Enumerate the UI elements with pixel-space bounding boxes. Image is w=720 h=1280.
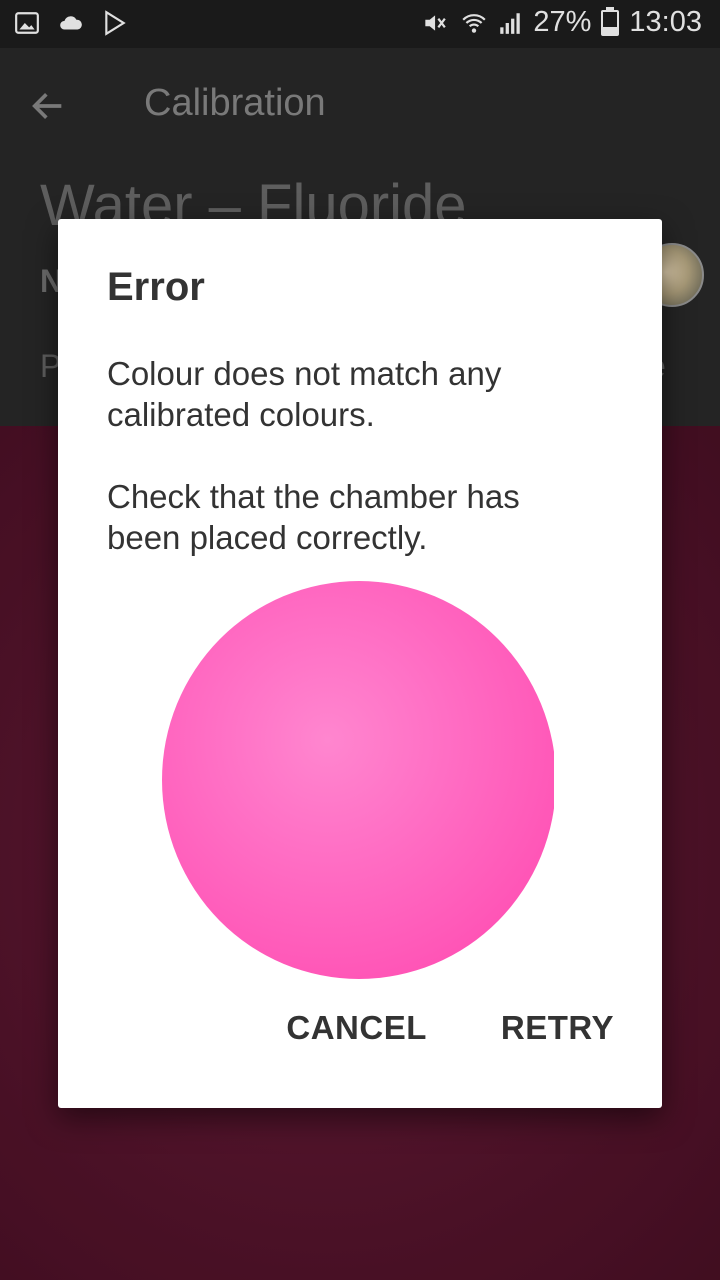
retry-button[interactable]: RETRY xyxy=(501,1009,614,1047)
dialog-actions: CANCEL RETRY xyxy=(286,1009,614,1047)
error-dialog: Error Colour does not match any calibrat… xyxy=(58,219,662,1108)
dialog-message: Colour does not match any calibrated col… xyxy=(107,355,520,556)
color-preview xyxy=(160,581,554,981)
dialog-title: Error xyxy=(107,265,205,309)
detected-color-circle xyxy=(162,581,554,979)
cancel-button[interactable]: CANCEL xyxy=(286,1009,427,1047)
